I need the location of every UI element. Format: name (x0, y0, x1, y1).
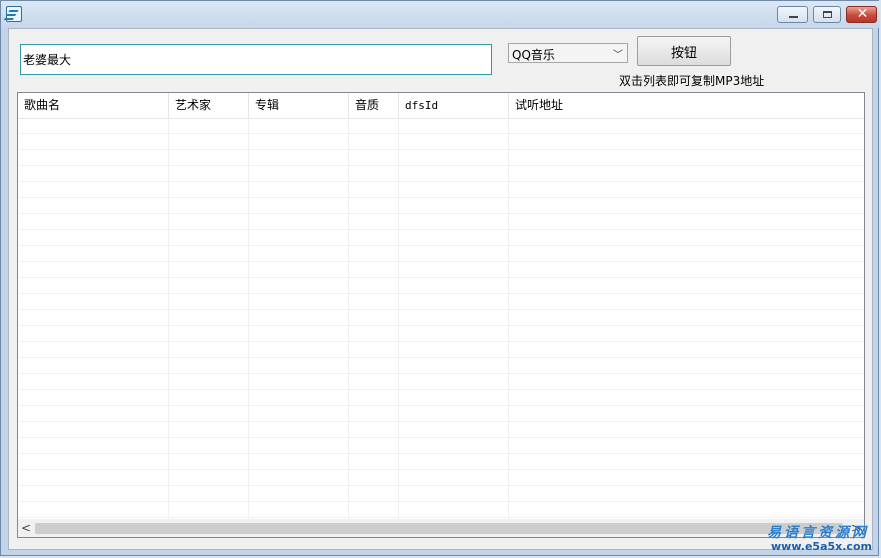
column-divider (248, 118, 249, 520)
column-divider (348, 118, 349, 520)
list-rows[interactable] (18, 118, 864, 520)
list-header: 歌曲名 艺术家 专辑 音质 dfsId 试听地址 (18, 93, 864, 119)
column-song-name[interactable]: 歌曲名 (18, 93, 169, 118)
search-input[interactable] (20, 44, 492, 75)
watermark-url: www.e5a5x.com (771, 540, 872, 553)
scroll-left-icon[interactable]: < (21, 521, 31, 535)
maximize-icon (823, 11, 832, 18)
column-album[interactable]: 专辑 (249, 93, 349, 118)
minimize-button[interactable] (777, 6, 808, 23)
source-select-value: QQ音乐 (512, 48, 555, 62)
chevron-down-icon[interactable]: ﹀ (613, 46, 623, 61)
column-dfsid[interactable]: dfsId (399, 93, 509, 118)
column-artist[interactable]: 艺术家 (169, 93, 249, 118)
scroll-thumb[interactable] (35, 523, 843, 534)
horizontal-scrollbar[interactable]: < > (18, 519, 864, 537)
column-divider (398, 118, 399, 520)
column-quality[interactable]: 音质 (349, 93, 399, 118)
client-area: QQ音乐 ﹀ 按钮 双击列表即可复制MP3地址 歌曲名 艺术家 专辑 音质 df… (8, 28, 873, 550)
title-bar[interactable]: ✕ (1, 1, 880, 28)
source-select[interactable]: QQ音乐 ﹀ (508, 43, 628, 63)
minimize-icon (789, 16, 798, 18)
column-preview-url[interactable]: 试听地址 (509, 93, 864, 118)
column-divider (508, 118, 509, 520)
hint-text: 双击列表即可复制MP3地址 (619, 74, 765, 88)
column-divider (168, 118, 169, 520)
song-list[interactable]: 歌曲名 艺术家 专辑 音质 dfsId 试听地址 < > (17, 92, 865, 538)
maximize-button[interactable] (813, 6, 841, 23)
app-icon[interactable] (6, 6, 22, 22)
close-icon: ✕ (856, 6, 869, 22)
action-button[interactable]: 按钮 (637, 36, 731, 66)
watermark: 易语言资源网 www.e5a5x.com (761, 520, 879, 556)
app-window: ✕ QQ音乐 ﹀ 按钮 双击列表即可复制MP3地址 歌曲名 艺术家 专辑 音质 … (0, 0, 880, 556)
close-button[interactable]: ✕ (846, 6, 877, 23)
watermark-title: 易语言资源网 (767, 525, 869, 541)
